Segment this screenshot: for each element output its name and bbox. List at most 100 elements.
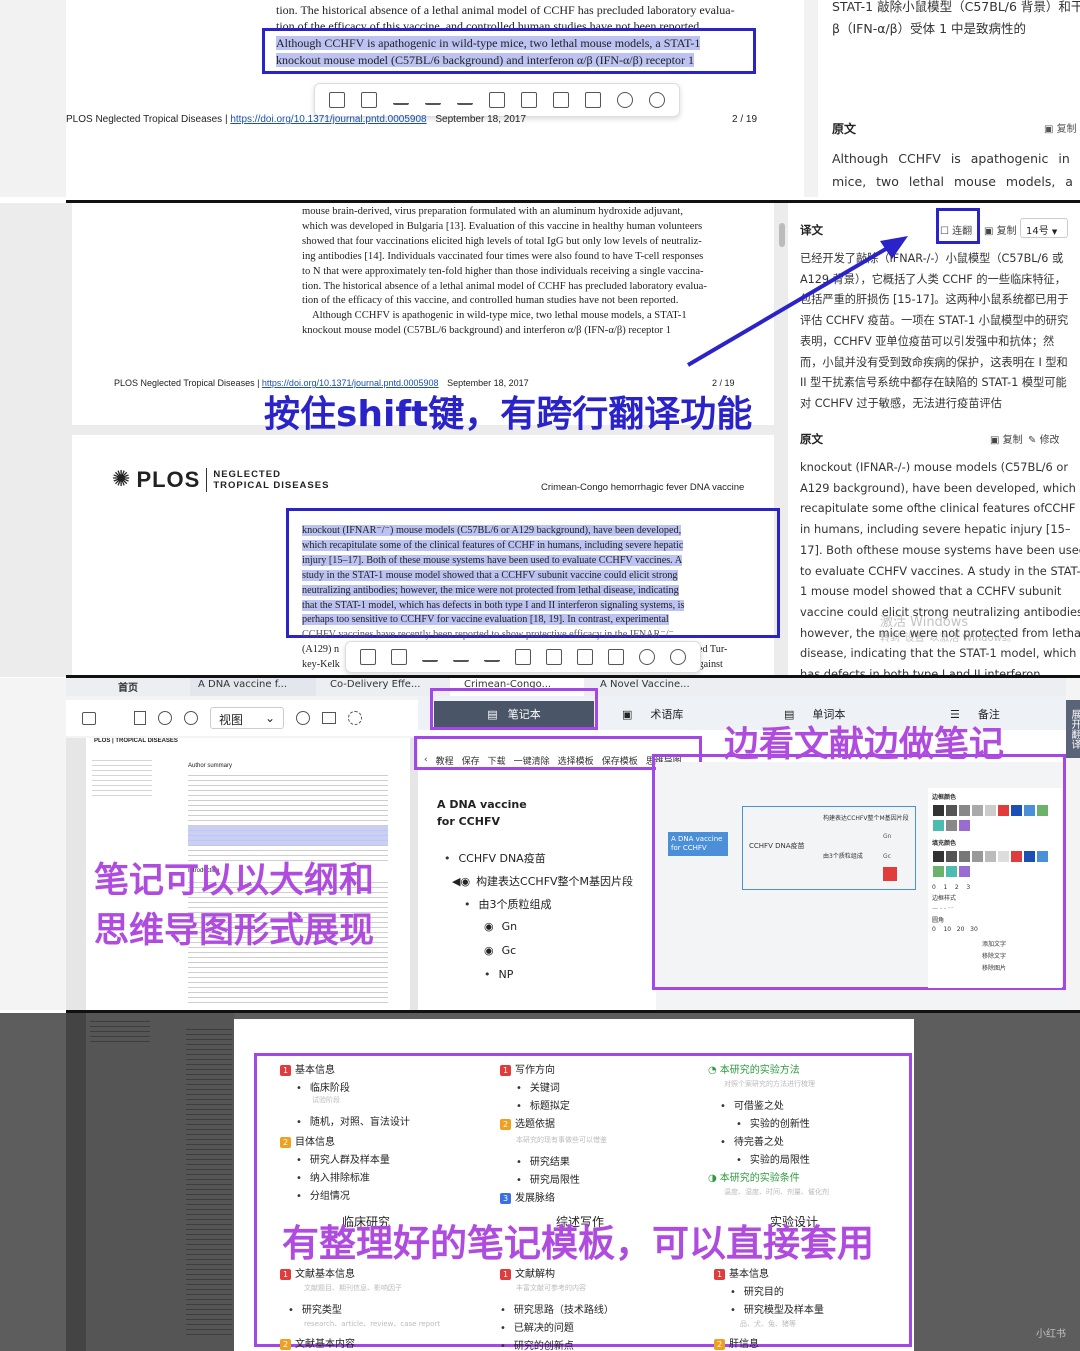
template-item: 标题拟定 xyxy=(516,1097,570,1112)
template-hint: 品、犬、兔、猪等 xyxy=(740,1320,796,1328)
search-icon[interactable] xyxy=(649,92,665,108)
template-section: 2 目体信息 xyxy=(280,1133,335,1148)
add-text-button[interactable]: 添加文字 xyxy=(982,939,1058,948)
template-section: 1 文献解构 xyxy=(500,1265,555,1280)
pdf-text-block xyxy=(90,1019,150,1043)
template-card[interactable]: 1基本信息 临床阶段 试验阶段 随机，对照、盲法设计 2目体信息 研究人群及样本… xyxy=(266,1057,466,1350)
outline-item[interactable]: ◀◉ 构建表达CCHFV整个M基因片段 xyxy=(452,873,633,889)
radius-values[interactable]: 0 10 20 30 xyxy=(932,926,1058,933)
template-card[interactable]: 1写作方向 关键词 标题拟定 2选题依据 本研究的现有事做些可以借鉴 研究结果 … xyxy=(486,1057,696,1351)
template-item: 研究目的 xyxy=(730,1283,784,1298)
template-item: 研究的创新点 xyxy=(500,1337,574,1351)
template-section-label: 目体信息 xyxy=(295,1137,335,1148)
panel-translation: mouse brain-derived, virus preparation f… xyxy=(0,203,1080,677)
template-item: 实验的创新性 xyxy=(736,1115,810,1130)
copy-icon[interactable] xyxy=(329,92,345,108)
note-icon[interactable] xyxy=(521,92,537,108)
template-section: 1 基本信息 xyxy=(280,1061,335,1076)
page-icon[interactable] xyxy=(134,711,146,725)
caption-templates: 有整理好的笔记模板，可以直接套用 xyxy=(282,1222,874,1265)
selected-line: Although CCHFV is apathogenic in wild-ty… xyxy=(276,36,701,50)
bookmark-add-icon[interactable] xyxy=(585,92,601,108)
panel-templates: 1基本信息 临床阶段 试验阶段 随机，对照、盲法设计 2目体信息 研究人群及样本… xyxy=(0,1013,1080,1351)
caption-line: 思维导图形式展现 xyxy=(94,911,375,951)
check-icon: ◔ xyxy=(708,1065,717,1076)
remove-text-button[interactable]: 移除文字 xyxy=(982,951,1058,960)
collapse-icon[interactable]: ◀◉ xyxy=(452,875,470,888)
check-icon: ◑ xyxy=(708,1173,717,1184)
template-item: 实验的局限性 xyxy=(736,1151,810,1166)
selection-toolbar xyxy=(314,83,680,117)
link-icon[interactable] xyxy=(617,92,633,108)
textbox-icon[interactable] xyxy=(553,92,569,108)
wavy-underline-icon[interactable] xyxy=(425,95,441,105)
template-item: 临床阶段 xyxy=(296,1079,350,1094)
screenshot-icon[interactable] xyxy=(322,712,336,724)
expand-translation-button[interactable]: 展开翻译 xyxy=(1066,700,1080,758)
outline-item[interactable]: 由3个质粒组成 xyxy=(464,896,552,912)
template-section-label: 发展脉络 xyxy=(515,1193,555,1204)
remove-image-button[interactable]: 移除图片 xyxy=(982,963,1058,972)
mindmap-node[interactable]: CCHFV DNA疫苗 构建表达CCHFV整个M基因片段 由3个质粒组成 Gn … xyxy=(742,806,916,890)
template-section-label: 文献解构 xyxy=(515,1269,555,1280)
template-section: ◑ 本研究的实验条件 xyxy=(708,1169,800,1184)
template-item: 研究类型 xyxy=(288,1301,342,1316)
search-icon[interactable] xyxy=(296,711,310,725)
outline-text: 构建表达CCHFV整个M基因片段 xyxy=(476,875,634,888)
translation-text: STAT-1 敲除小鼠模型（C57BL/6 背景）和干 xyxy=(832,0,1080,14)
border-style-label: 边框样式 xyxy=(932,895,957,902)
copy-button[interactable]: ▣ 复制 xyxy=(1044,120,1077,135)
template-section-label: 写作方向 xyxy=(515,1065,555,1076)
panel-notebook: 首页 A DNA vaccine f... Co-Delivery Effe..… xyxy=(0,678,1080,1010)
underline-icon[interactable] xyxy=(393,95,409,105)
template-section: 3 发展脉络 xyxy=(500,1189,555,1204)
border-style-options[interactable]: — - - ··· xyxy=(932,905,1058,912)
template-card[interactable]: ◔本研究的实验方法 对照个案研究的方法进行梳理 可借鉴之处 实验的创新性 待完善… xyxy=(700,1057,910,1350)
tab-home[interactable]: 首页 xyxy=(66,678,190,696)
caption-shift-translate: 按住shift键，有跨行翻译功能 xyxy=(264,394,753,435)
outline-item[interactable]: NP xyxy=(484,968,514,981)
term-lib-tab[interactable]: ▣ 术语库 xyxy=(622,706,683,722)
zoom-out-icon[interactable] xyxy=(158,711,172,725)
outline-item[interactable]: CCHFV DNA疫苗 xyxy=(444,850,546,866)
mindmap-node-label: Gc xyxy=(883,853,891,860)
selected-text[interactable]: Although CCHFV is apathogenic in wild-ty… xyxy=(276,35,701,69)
mindmap-node-root[interactable]: A DNA vaccine for CCHFV xyxy=(668,832,728,856)
sidebar-toggle-icon[interactable] xyxy=(82,711,96,725)
outline-item[interactable]: ◉ Gc xyxy=(484,944,516,957)
footer-doi-link[interactable]: https://doi.org/10.1371/journal.pntd.000… xyxy=(230,114,426,125)
template-section: 1 基本信息 xyxy=(714,1265,769,1280)
translation-pane: STAT-1 敲除小鼠模型（C57BL/6 背景）和干 β（IFN-α/β）受体… xyxy=(818,0,1080,197)
template-item: 研究局限性 xyxy=(516,1171,580,1186)
fill-color-swatches[interactable] xyxy=(932,850,1058,880)
tab-document[interactable]: A Novel Vaccine... xyxy=(584,678,718,696)
zoom-in-icon[interactable] xyxy=(184,711,198,725)
pdf-text-block xyxy=(188,773,388,863)
outline-view: A DNA vaccine for CCHFV CCHFV DNA疫苗 ◀◉ 构建… xyxy=(418,780,654,1010)
pdf-text-block xyxy=(92,758,152,798)
template-section: 1 写作方向 xyxy=(500,1061,555,1076)
settings-icon[interactable] xyxy=(348,711,362,725)
outline-item[interactable]: ◉ Gn xyxy=(484,920,517,933)
view-label: 视图 xyxy=(219,713,244,727)
pdf-text-block xyxy=(186,1027,232,1337)
view-select[interactable]: 视图 ⌄ xyxy=(210,707,284,729)
template-section-label: 基本信息 xyxy=(295,1065,335,1076)
template-item: 可借鉴之处 xyxy=(720,1097,784,1112)
align-icon[interactable] xyxy=(489,92,505,108)
highlight-icon[interactable] xyxy=(361,92,377,108)
border-width-values[interactable]: 0 1 2 3 xyxy=(932,884,1058,891)
tab-document[interactable]: A DNA vaccine f... xyxy=(190,678,316,696)
pdf-highlight xyxy=(188,826,388,846)
border-color-swatches[interactable] xyxy=(932,804,1058,834)
original-label: 原文 xyxy=(832,122,857,136)
strikethrough-icon[interactable] xyxy=(457,95,473,105)
template-hint: 文献题目、期刊信息、影响因子 xyxy=(304,1284,402,1292)
template-hint: 对照个案研究的方法进行梳理 xyxy=(724,1080,815,1088)
template-section: 2 肝信息 xyxy=(714,1335,759,1350)
pdf-thumbnail-dim xyxy=(66,1013,234,1351)
caption-read-and-note: 边看文献边做笔记 xyxy=(724,725,1005,765)
template-section-label: 肝信息 xyxy=(729,1339,759,1350)
template-item: 研究思路（技术路线） xyxy=(500,1301,614,1316)
mindmap-node-selected[interactable] xyxy=(883,867,897,881)
